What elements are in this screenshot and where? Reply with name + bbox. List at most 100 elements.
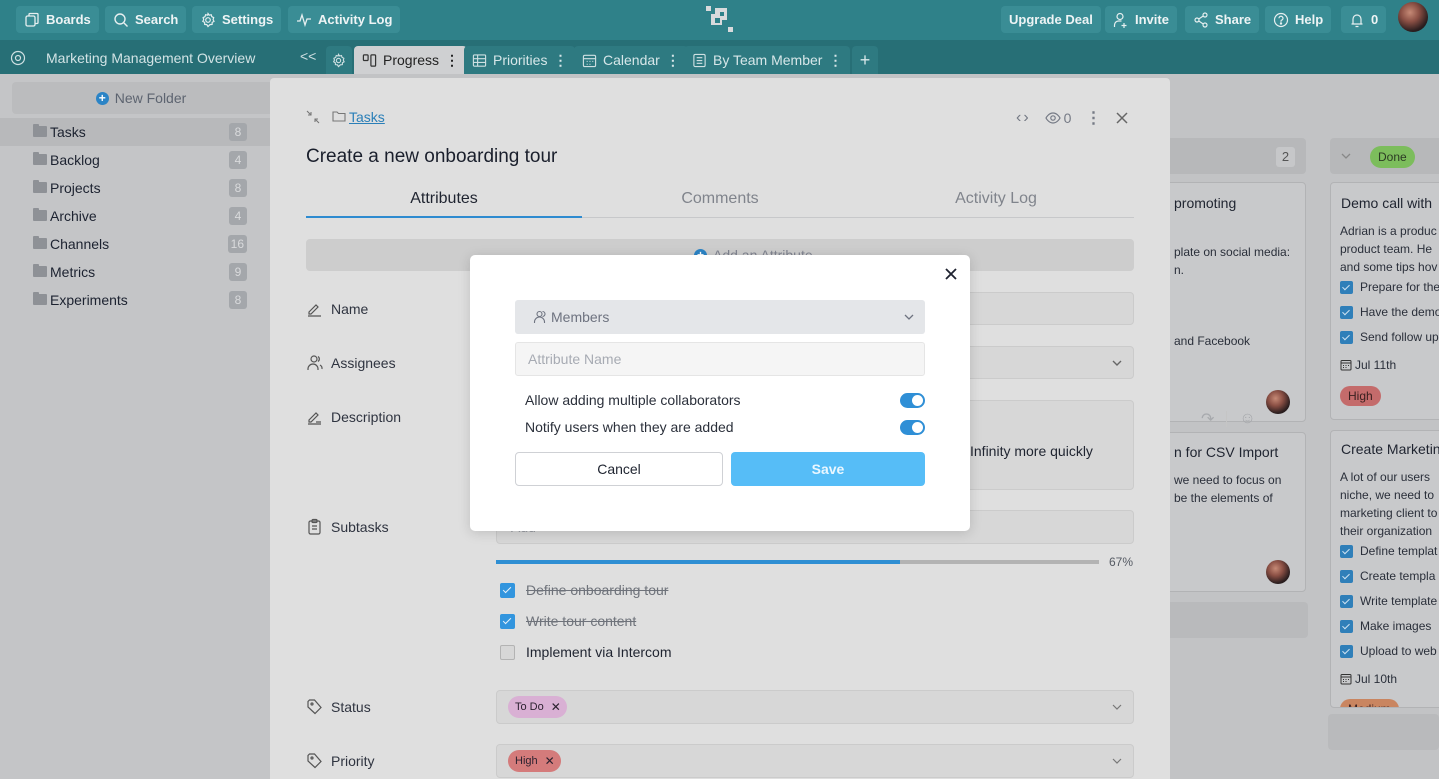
tab-calendar-menu-icon[interactable]: ⋮ <box>666 52 680 69</box>
card-text: their organization <box>1340 524 1433 538</box>
search-icon <box>114 12 128 27</box>
description-label: Description <box>306 408 401 425</box>
card-text: be the elements of <box>1174 491 1273 505</box>
activity-icon <box>297 12 311 27</box>
new-folder-label: New Folder <box>114 90 187 106</box>
card-date: Jul 10th <box>1355 672 1398 686</box>
subtask-checkbox-unchecked[interactable] <box>500 644 515 660</box>
more-options-icon[interactable]: ⋮ <box>1085 108 1101 128</box>
subtask-checkbox-checked[interactable] <box>500 613 515 629</box>
search-button[interactable]: Search <box>105 6 187 33</box>
sidebar-item-backlog[interactable]: Backlog 4 <box>0 146 270 174</box>
card-avatar <box>1266 560 1290 584</box>
sidebar-item-channels[interactable]: Channels 16 <box>0 230 270 258</box>
add-attribute-dialog: Members Allow adding multiple collaborat… <box>470 255 970 531</box>
sidebar-item-tasks[interactable]: Tasks 8 <box>0 118 270 146</box>
sidebar-item-archive[interactable]: Archive 4 <box>0 202 270 230</box>
chevron-down-icon[interactable] <box>1340 150 1352 162</box>
remove-tag-icon[interactable]: ✕ <box>551 696 561 718</box>
collapse-sidebar-button[interactable]: << <box>300 48 316 64</box>
board-icon <box>362 53 377 67</box>
checkbox-checked[interactable] <box>1340 595 1353 608</box>
emoji-icon[interactable]: ☺ <box>1239 410 1255 428</box>
checklist-item: Send follow up <box>1360 330 1439 344</box>
notify-users-toggle[interactable] <box>900 419 925 435</box>
tab-calendar[interactable]: Calendar ⋮ <box>574 46 688 74</box>
board-card[interactable]: Demo call with Adrian is a produc produc… <box>1330 182 1439 420</box>
settings-button[interactable]: Settings <box>192 6 282 33</box>
save-button[interactable]: Save <box>731 452 925 486</box>
close-icon[interactable] <box>944 267 958 281</box>
checkbox-checked[interactable] <box>1340 620 1353 633</box>
board-card[interactable]: promoting plate on social media: n. and … <box>1160 182 1306 422</box>
task-title[interactable]: Create a new onboarding tour <box>306 146 557 168</box>
gear-icon <box>332 52 345 67</box>
breadcrumb-folder-link[interactable]: Tasks <box>349 109 385 125</box>
cancel-button[interactable]: Cancel <box>515 452 723 486</box>
checkbox-checked[interactable] <box>1340 281 1353 294</box>
checkbox-checked[interactable] <box>1340 306 1353 319</box>
tab-priorities[interactable]: Priorities ⋮ <box>464 46 576 74</box>
code-icon[interactable]: ‹› <box>1016 109 1031 127</box>
activity-log-button[interactable]: Activity Log <box>288 6 401 33</box>
checkbox-checked[interactable] <box>1340 645 1353 658</box>
checkbox-checked[interactable] <box>1340 545 1353 558</box>
tab-priorities-menu-icon[interactable]: ⋮ <box>553 52 567 69</box>
tab-priorities-label: Priorities <box>493 52 548 68</box>
add-card-slot[interactable] <box>1328 714 1439 750</box>
share-button[interactable]: Share <box>1185 6 1260 33</box>
priority-select[interactable]: High ✕ <box>496 744 1134 778</box>
invite-button[interactable]: Invite <box>1105 6 1177 33</box>
attribute-type-select[interactable]: Members <box>515 300 925 334</box>
checklist-item: Prepare for the <box>1360 280 1439 294</box>
tab-by-team-member[interactable]: By Team Member ⋮ <box>684 46 851 74</box>
tab-comments[interactable]: Comments <box>582 188 858 218</box>
tab-progress-menu-icon[interactable]: ⋮ <box>445 52 459 69</box>
help-button[interactable]: Help <box>1265 6 1332 33</box>
add-user-icon <box>1113 12 1127 28</box>
card-text: and Facebook <box>1174 334 1251 348</box>
eye-icon[interactable] <box>10 50 26 66</box>
tab-activity-log[interactable]: Activity Log <box>858 188 1134 218</box>
close-icon[interactable] <box>1115 111 1129 125</box>
sidebar-item-experiments[interactable]: Experiments 8 <box>0 286 270 314</box>
subtask-text[interactable]: Implement via Intercom <box>526 644 672 660</box>
board-card[interactable]: Create Marketin A lot of our users niche… <box>1330 430 1439 708</box>
subtask-checkbox-checked[interactable] <box>500 582 515 598</box>
checklist-item: Write template <box>1360 594 1438 608</box>
card-text: marketing client to <box>1340 506 1438 520</box>
list-icon <box>693 53 706 67</box>
folder-icon <box>33 236 47 249</box>
sidebar-item-metrics[interactable]: Metrics 9 <box>0 258 270 286</box>
minimize-icon[interactable] <box>306 110 320 124</box>
multiple-collaborators-toggle[interactable] <box>900 392 925 408</box>
upgrade-deal-button[interactable]: Upgrade Deal <box>1001 6 1101 33</box>
attribute-name-input[interactable] <box>515 342 925 376</box>
subtask-text[interactable]: Define onboarding tour <box>526 582 668 598</box>
tag-icon <box>307 753 322 769</box>
add-view-button[interactable]: + <box>852 46 878 74</box>
board-settings-tab[interactable] <box>326 46 352 74</box>
checkbox-checked[interactable] <box>1340 331 1353 344</box>
redo-icon[interactable]: ↷ <box>1201 409 1214 429</box>
status-select[interactable]: To Do ✕ <box>496 690 1134 724</box>
tab-attributes[interactable]: Attributes <box>306 188 582 218</box>
board-tabs-bar: Marketing Management Overview << Progres… <box>0 40 1439 74</box>
watchers[interactable]: 0 <box>1044 110 1071 126</box>
remove-tag-icon[interactable]: ✕ <box>545 750 555 772</box>
notifications-button[interactable]: 0 <box>1341 6 1387 33</box>
card-text: product team. He <box>1340 242 1433 256</box>
boards-button[interactable]: Boards <box>16 6 99 33</box>
add-card-slot[interactable] <box>1160 602 1308 638</box>
tab-by-team-member-menu-icon[interactable]: ⋮ <box>828 52 842 69</box>
card-date: Jul 11th <box>1355 358 1397 372</box>
checkbox-checked[interactable] <box>1340 570 1353 583</box>
new-folder-button[interactable]: + New Folder <box>12 82 270 114</box>
tab-progress[interactable]: Progress ⋮ <box>354 46 468 74</box>
folder-name: Channels <box>50 236 110 252</box>
priority-label-text: Priority <box>331 752 375 769</box>
board-card[interactable]: n for CSV Import we need to focus on be … <box>1160 432 1306 592</box>
subtask-text[interactable]: Write tour content <box>526 613 636 629</box>
sidebar-item-projects[interactable]: Projects 8 <box>0 174 270 202</box>
user-avatar[interactable] <box>1398 2 1428 32</box>
